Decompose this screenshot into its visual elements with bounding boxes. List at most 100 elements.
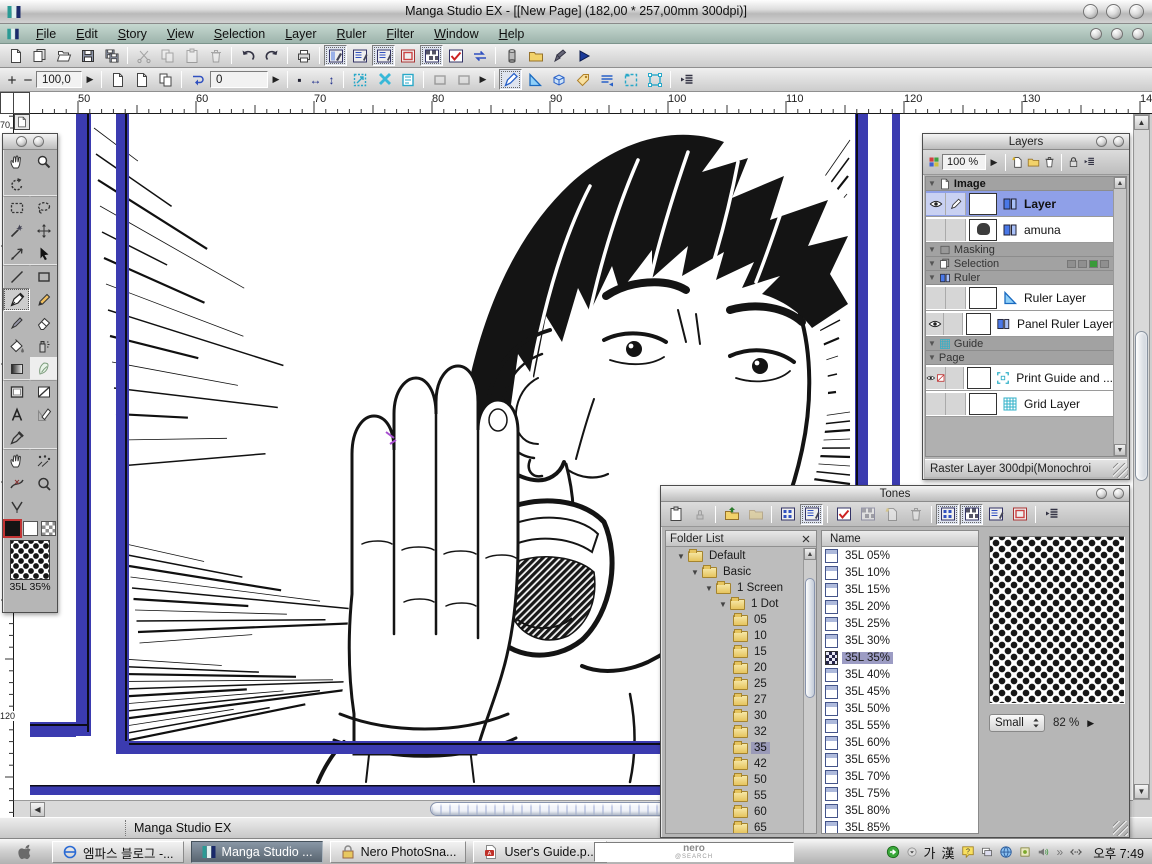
folder-tree-row[interactable]: 55 bbox=[666, 788, 803, 804]
rotate-presets-arrow[interactable]: ▶ bbox=[269, 71, 283, 88]
airbrush-tool[interactable] bbox=[30, 334, 57, 357]
tone-scale-arrow[interactable]: ▶ bbox=[1087, 718, 1094, 729]
tone-item-name[interactable]: 35L 15% bbox=[842, 584, 893, 596]
next-page-button[interactable] bbox=[130, 69, 153, 90]
tone-list-item[interactable]: 35L 25% bbox=[822, 615, 978, 632]
tone-list-item[interactable]: 35L 75% bbox=[822, 785, 978, 802]
window-tray-icon[interactable] bbox=[981, 846, 993, 858]
apply-tone-button[interactable] bbox=[856, 504, 879, 525]
layer-visibility-toggle[interactable] bbox=[926, 393, 946, 415]
app-tray-icon[interactable] bbox=[1019, 846, 1031, 858]
print-size-button[interactable] bbox=[396, 69, 419, 90]
folder-tree-row[interactable]: 60 bbox=[666, 804, 803, 820]
folder-name[interactable]: Default bbox=[706, 550, 748, 562]
layer-color-mode-button[interactable] bbox=[926, 155, 941, 170]
reset-view-button[interactable]: ▪ bbox=[292, 72, 307, 87]
tone-list-item[interactable]: 35L 40% bbox=[822, 666, 978, 683]
navigator-palette-toggle[interactable] bbox=[396, 45, 419, 66]
tone-list-item[interactable]: 35L 20% bbox=[822, 598, 978, 615]
undo-button[interactable] bbox=[236, 45, 259, 66]
delete-button[interactable] bbox=[204, 45, 227, 66]
Ruler[interactable]: Ruler bbox=[327, 26, 377, 42]
folder-tree-row[interactable]: 20 bbox=[666, 660, 803, 676]
open-button[interactable] bbox=[52, 45, 75, 66]
fill-tool[interactable] bbox=[3, 334, 30, 357]
layer-draw-toggle[interactable] bbox=[946, 393, 966, 415]
layer-visibility-toggle[interactable] bbox=[926, 287, 946, 309]
folder-name[interactable]: 15 bbox=[751, 646, 770, 658]
scroll-left-arrow[interactable]: ◀ bbox=[30, 802, 45, 817]
tone-item-name[interactable]: 35L 60% bbox=[842, 737, 893, 749]
folder-name[interactable]: 1 Dot bbox=[748, 598, 782, 610]
tag-mode-button[interactable] bbox=[571, 69, 594, 90]
tone-tool[interactable] bbox=[30, 357, 57, 380]
layer-section-header[interactable]: ▼ Masking bbox=[926, 243, 1113, 257]
tone-item-name[interactable]: 35L 25% bbox=[842, 618, 893, 630]
doc-minimize-button[interactable] bbox=[1090, 28, 1102, 40]
flip-vertical-button[interactable]: ↕ bbox=[324, 72, 339, 87]
layers-scrollbar[interactable]: ▲▼ bbox=[1113, 177, 1126, 456]
flip-horizontal-button[interactable]: ↔ bbox=[308, 72, 323, 87]
layers-palette-toggle[interactable] bbox=[372, 45, 395, 66]
collapse-triangle-icon[interactable]: ▼ bbox=[928, 339, 936, 348]
layer-row[interactable]: Layer bbox=[926, 191, 1113, 217]
layer-row[interactable]: Panel Ruler Layer bbox=[926, 311, 1113, 337]
layer-draw-toggle[interactable] bbox=[946, 287, 966, 309]
show-check-button[interactable] bbox=[832, 504, 855, 525]
folder-tree-row[interactable]: 42 bbox=[666, 756, 803, 772]
collapse-triangle-icon[interactable]: ▼ bbox=[928, 273, 936, 282]
folder-name[interactable]: 65 bbox=[751, 822, 770, 833]
horizontal-ruler[interactable]: 5060708090100110120130140 bbox=[0, 92, 1152, 114]
folder-name[interactable]: 10 bbox=[751, 630, 770, 642]
ruler-pen-tool[interactable] bbox=[30, 403, 57, 426]
layer-row[interactable]: amuna bbox=[926, 217, 1113, 243]
expand-triangle-icon[interactable]: ▼ bbox=[705, 584, 713, 593]
tone-item-name[interactable]: 35L 75% bbox=[842, 788, 893, 800]
expand-triangle-icon[interactable]: ▼ bbox=[691, 568, 699, 577]
tones-resize-grip[interactable] bbox=[1113, 821, 1128, 836]
actual-pixels-button[interactable] bbox=[372, 69, 395, 90]
window-close-button[interactable] bbox=[1129, 4, 1144, 19]
ime-help-icon[interactable] bbox=[961, 845, 975, 859]
tone-list-item[interactable]: 35L 35% bbox=[822, 649, 978, 666]
join-line-tool[interactable] bbox=[3, 472, 30, 495]
View[interactable]: View bbox=[157, 26, 204, 42]
window-minimize-button[interactable] bbox=[1083, 4, 1098, 19]
tones-menu-button[interactable] bbox=[1040, 504, 1063, 525]
folder-tree-row[interactable]: 65 bbox=[666, 820, 803, 833]
File[interactable]: File bbox=[26, 26, 66, 42]
new-layer-button[interactable] bbox=[1010, 155, 1025, 170]
folder-tree-row[interactable]: ▼ Basic bbox=[666, 564, 803, 580]
folder-list-close-icon[interactable] bbox=[800, 533, 812, 545]
folder-tree-row[interactable]: 10 bbox=[666, 628, 803, 644]
zoom-tool[interactable] bbox=[30, 150, 57, 173]
line-tool[interactable] bbox=[3, 265, 30, 288]
folder-name[interactable]: 20 bbox=[751, 662, 770, 674]
layer-draw-toggle[interactable] bbox=[946, 219, 966, 241]
marker-tool[interactable] bbox=[3, 311, 30, 334]
folder-name[interactable]: 55 bbox=[751, 790, 770, 802]
new-tone-button[interactable] bbox=[880, 504, 903, 525]
distort-tool[interactable] bbox=[30, 472, 57, 495]
folder-name[interactable]: Basic bbox=[720, 566, 754, 578]
Selection[interactable]: Selection bbox=[204, 26, 275, 42]
replace-tone-button[interactable] bbox=[688, 504, 711, 525]
folder-name[interactable]: 42 bbox=[751, 758, 770, 770]
layers-collapse-button[interactable] bbox=[1096, 136, 1107, 147]
folder-name[interactable]: 27 bbox=[751, 694, 770, 706]
transparent-color-swatch[interactable] bbox=[41, 521, 56, 536]
story-palette-toggle[interactable] bbox=[348, 45, 371, 66]
pen-tool[interactable] bbox=[3, 288, 30, 311]
folder-tree-scrollbar[interactable]: ▲ bbox=[803, 548, 816, 833]
properties-palette-toggle[interactable] bbox=[444, 45, 467, 66]
task-users-guide[interactable]: User's Guide.p... bbox=[473, 841, 607, 863]
cut-button[interactable] bbox=[132, 45, 155, 66]
tone-item-name[interactable]: 35L 10% bbox=[842, 567, 893, 579]
pencil-tool[interactable] bbox=[30, 288, 57, 311]
redo-button[interactable] bbox=[260, 45, 283, 66]
folder-tree-row[interactable]: 30 bbox=[666, 708, 803, 724]
start-button[interactable] bbox=[10, 841, 40, 863]
move-tool[interactable] bbox=[30, 219, 57, 242]
eyedropper-tool[interactable] bbox=[3, 426, 30, 449]
tones-title-bar[interactable]: Tones bbox=[661, 486, 1129, 502]
